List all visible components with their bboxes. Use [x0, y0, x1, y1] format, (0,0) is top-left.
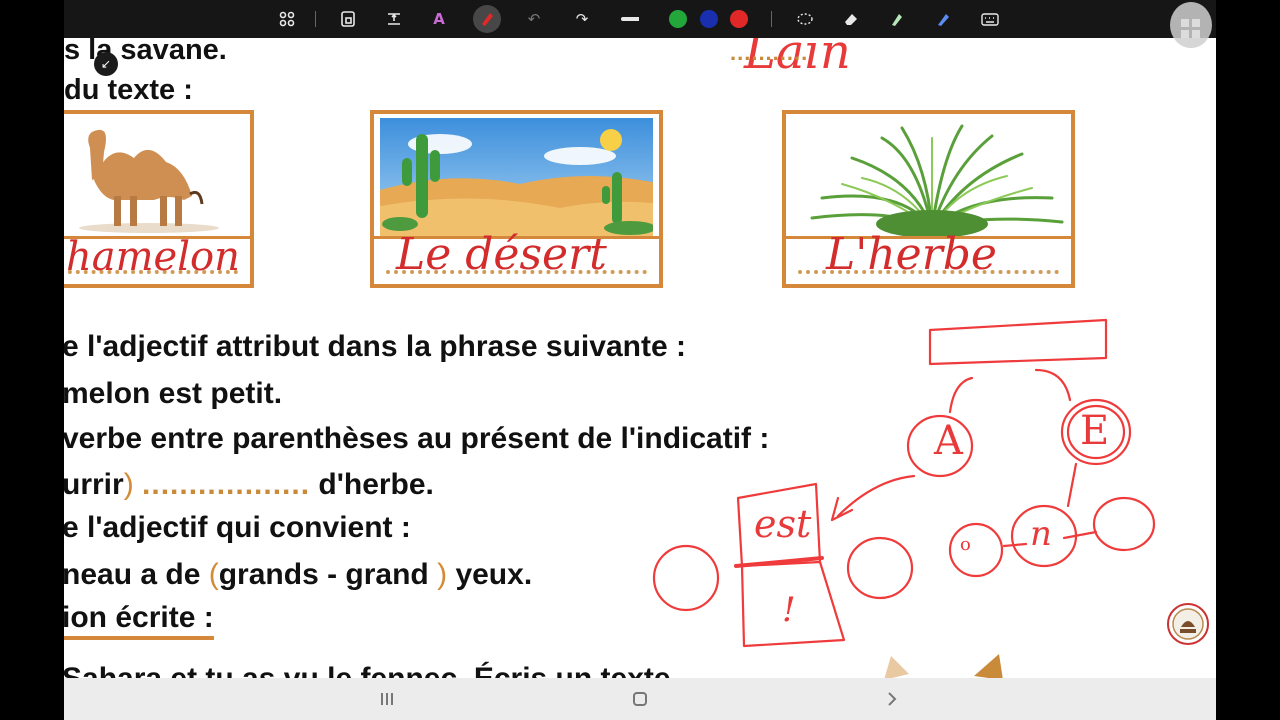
shrink-icon[interactable]: ↙ — [94, 52, 118, 76]
question-3-open-paren: ( — [208, 558, 219, 591]
blue-color-swatch[interactable] — [700, 10, 718, 28]
lock-icon[interactable] — [336, 7, 360, 31]
undo-icon[interactable]: ↶ — [522, 7, 546, 31]
drawing-toolbar: A ↶ ↷ — [64, 0, 1216, 38]
camel-card: hamelon — [64, 110, 254, 288]
stroke-width-icon[interactable] — [618, 7, 642, 31]
pen-icon[interactable] — [475, 7, 499, 31]
system-navigation-bar — [64, 678, 1216, 720]
question-3-choices: grands - grand — [218, 558, 429, 591]
annotation-excl: ! — [782, 590, 796, 630]
red-annotation-drawing — [652, 318, 1156, 648]
question-3-line: neau a de (grands - grand ) yeux. — [64, 558, 532, 592]
desert-label-strip: Le désert — [374, 229, 659, 284]
question-3-start: neau a de — [64, 558, 201, 591]
camel-label: hamelon — [66, 234, 240, 280]
pencil-icon[interactable] — [931, 7, 955, 31]
home-icon[interactable] — [627, 686, 653, 712]
annotation-est: est — [754, 502, 812, 546]
question-2-verb: urrir — [64, 468, 124, 501]
red-color-swatch[interactable] — [730, 10, 748, 28]
grass-image — [792, 118, 1065, 236]
question-1-sentence: melon est petit. — [64, 377, 283, 410]
annotation-e: E — [1080, 408, 1110, 454]
annotation-n: n — [1030, 514, 1052, 554]
back-icon[interactable] — [879, 686, 905, 712]
highlighter-icon[interactable] — [885, 7, 909, 31]
question-3-close-paren: ) — [437, 558, 448, 591]
desert-card: Le désert — [370, 110, 663, 288]
desert-image — [380, 118, 653, 236]
grid-icon — [1181, 19, 1200, 38]
camel-image — [64, 118, 244, 236]
question-3-end: yeux. — [455, 558, 533, 591]
camel-label-strip: hamelon — [64, 234, 250, 284]
redo-icon[interactable]: ↷ — [570, 7, 594, 31]
keyboard-icon[interactable] — [978, 7, 1002, 31]
lasso-select-icon[interactable] — [793, 7, 817, 31]
question-2-blank: .................. — [142, 468, 311, 501]
line-savane: s la savane. — [64, 34, 227, 66]
text-tool-icon[interactable] — [382, 7, 406, 31]
question-2-end: d'herbe. — [318, 468, 434, 501]
grass-label: L'herbe — [826, 229, 997, 280]
eraser-icon[interactable] — [839, 7, 863, 31]
section-heading: ion écrite : — [64, 601, 214, 640]
whiteboard-screen: s la savane. du texte : Lain ...........… — [64, 0, 1216, 720]
grass-card: L'herbe — [782, 110, 1075, 288]
annotation-a: A — [934, 418, 963, 464]
apps-icon[interactable] — [275, 7, 299, 31]
top-dotted-line: ........... — [730, 40, 809, 65]
grid-menu-button[interactable] — [1170, 2, 1212, 48]
green-color-swatch[interactable] — [669, 10, 687, 28]
question-1: e l'adjectif attribut dans la phrase sui… — [64, 330, 686, 363]
channel-logo — [1167, 603, 1209, 645]
question-2-paren: ) — [123, 468, 134, 501]
question-3: e l'adjectif qui convient : — [64, 511, 411, 544]
line-texte: du texte : — [64, 74, 193, 106]
grass-label-strip: L'herbe — [786, 229, 1071, 284]
desert-label: Le désert — [396, 229, 607, 280]
question-2-line: urrir) .................. d'herbe. — [64, 468, 434, 502]
lasso-text-icon[interactable]: A — [427, 7, 451, 31]
recent-apps-icon[interactable] — [374, 686, 400, 712]
annotation-small-o: o — [960, 534, 971, 555]
